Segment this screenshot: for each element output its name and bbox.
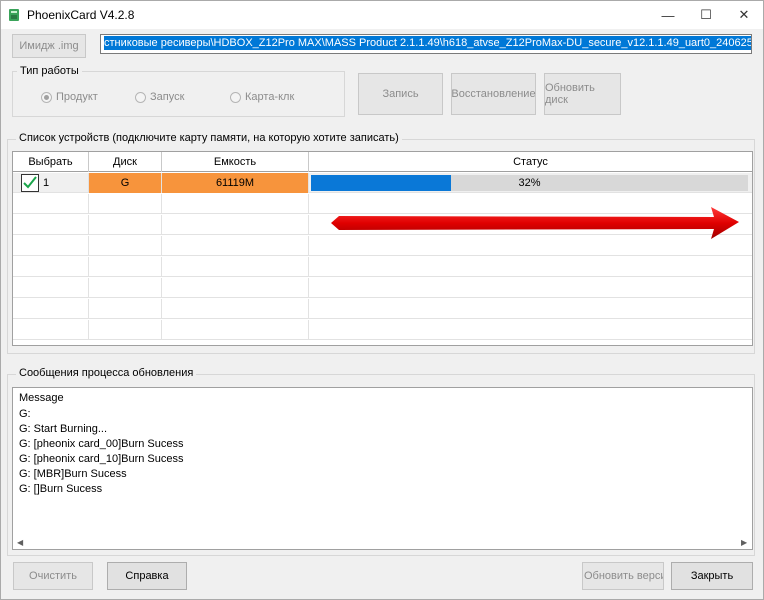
- col-status[interactable]: Статус: [309, 152, 752, 172]
- phoenixcard-window: PhoenixCard V4.2.8 — ☐ ✕ Имидж .img стни…: [0, 0, 764, 600]
- mode-group-label: Тип работы: [17, 65, 82, 77]
- radio-start-indicator: [135, 91, 146, 103]
- radio-card-key-indicator: [230, 91, 241, 103]
- select-cell[interactable]: 1: [13, 173, 89, 193]
- empty-row: [13, 320, 752, 340]
- window-title: PhoenixCard V4.2.8: [27, 8, 135, 22]
- message-line: G: [pheonix card_10]Burn Sucess: [19, 453, 184, 465]
- image-path-field[interactable]: стниковые ресиверы\HDBOX_Z12Pro MAX\MASS…: [100, 34, 752, 54]
- messages-label: Сообщения процесса обновления: [16, 367, 197, 379]
- message-line: G: Start Burning...: [19, 423, 108, 435]
- status-cell: 32%: [309, 173, 752, 193]
- radio-product-indicator: [41, 91, 52, 103]
- radio-product-label: Продукт: [56, 91, 98, 103]
- scroll-left-icon[interactable]: ◀: [17, 538, 23, 547]
- phoenix-app-icon: [9, 9, 19, 21]
- capacity-cell: 61119M: [162, 173, 309, 193]
- disk-cell: G: [89, 173, 162, 193]
- write-button[interactable]: Запись: [358, 73, 443, 115]
- table-row[interactable]: 1 G 61119M 32%: [13, 173, 752, 193]
- message-line: G: []Burn Sucess: [19, 483, 103, 495]
- radio-card-key[interactable]: Карта-клк: [230, 91, 294, 103]
- clear-button[interactable]: Очистить: [13, 562, 93, 590]
- restore-button[interactable]: Восстановление: [451, 73, 536, 115]
- close-button[interactable]: Закрыть: [671, 562, 753, 590]
- empty-row: [13, 299, 752, 319]
- device-table[interactable]: Выбрать Диск Емкость Статус 1 G 61119M 3…: [12, 151, 753, 346]
- scroll-right-icon[interactable]: ▶: [741, 538, 747, 547]
- title-bar[interactable]: PhoenixCard V4.2.8 — ☐ ✕: [1, 1, 763, 29]
- radio-start-label: Запуск: [150, 91, 185, 103]
- minimize-icon[interactable]: —: [649, 1, 687, 29]
- message-line: G:: [19, 408, 31, 420]
- image-path-text: стниковые ресиверы\HDBOX_Z12Pro MAX\MASS…: [104, 36, 751, 50]
- refresh-disk-button[interactable]: Обновить диск: [544, 73, 621, 115]
- device-table-header: Выбрать Диск Емкость Статус: [13, 152, 752, 172]
- checkbox-checked-icon[interactable]: [21, 174, 39, 192]
- col-select[interactable]: Выбрать: [13, 152, 89, 172]
- col-capacity[interactable]: Емкость: [162, 152, 309, 172]
- update-version-button[interactable]: Обновить версию: [582, 562, 664, 590]
- red-arrow-annotation: [331, 207, 739, 239]
- progress-track: 32%: [311, 175, 748, 191]
- col-disk[interactable]: Диск: [89, 152, 162, 172]
- image-select-button[interactable]: Имидж .img: [12, 34, 86, 58]
- empty-row: [13, 278, 752, 298]
- message-line: G: [MBR]Burn Sucess: [19, 468, 127, 480]
- message-log[interactable]: Message G: G: Start Burning... G: [pheon…: [12, 387, 753, 550]
- radio-card-key-label: Карта-клк: [245, 91, 295, 103]
- device-list-label: Список устройств (подключите карту памят…: [16, 132, 402, 144]
- message-line: G: [pheonix card_00]Burn Sucess: [19, 438, 184, 450]
- radio-start[interactable]: Запуск: [135, 91, 184, 103]
- row-index: 1: [43, 177, 50, 189]
- close-icon[interactable]: ✕: [725, 1, 763, 29]
- progress-text: 32%: [518, 177, 541, 189]
- empty-row: [13, 257, 752, 277]
- message-log-header: Message: [19, 392, 64, 404]
- help-button[interactable]: Справка: [107, 562, 187, 590]
- radio-product[interactable]: Продукт: [41, 91, 98, 103]
- maximize-icon[interactable]: ☐: [687, 1, 725, 29]
